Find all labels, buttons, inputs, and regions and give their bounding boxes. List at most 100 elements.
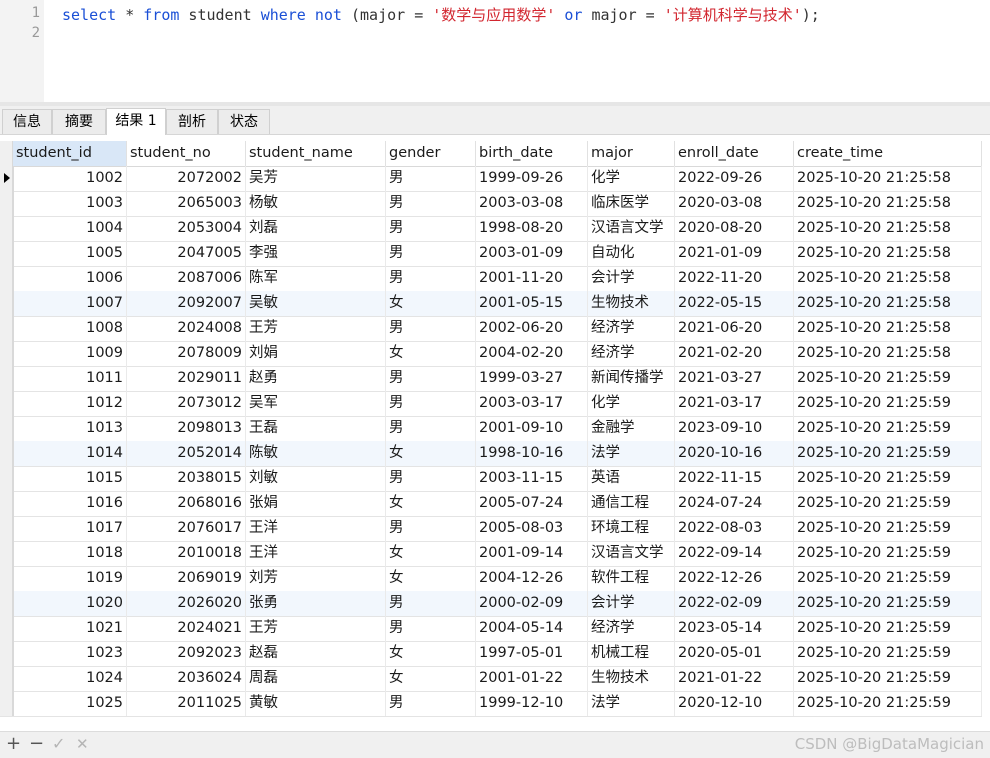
cell-gender[interactable]: 女: [386, 666, 476, 691]
cell-enroll-date[interactable]: 2021-06-20: [675, 316, 794, 341]
cell-student-no[interactable]: 2069019: [127, 566, 246, 591]
cell-major[interactable]: 机械工程: [588, 641, 675, 666]
table-row[interactable]: 1019 2069019 刘芳女 2004-12-26 软件工程 2022-12-26 20…: [0, 566, 982, 592]
cell-enroll-date[interactable]: 2022-02-09: [675, 591, 794, 616]
cell-create-time[interactable]: 2025-10-20 21:25:59: [794, 391, 982, 416]
cell-major[interactable]: 自动化: [588, 241, 675, 266]
row-indicator[interactable]: [0, 316, 13, 341]
cell-birth-date[interactable]: 2004-05-14: [476, 616, 588, 641]
table-row[interactable]: 1008 2024008 王芳男 2002-06-20 经济学 2021-06-20 202…: [0, 316, 982, 342]
cell-student-id[interactable]: 1017: [13, 516, 127, 541]
cell-student-name[interactable]: 杨敏: [246, 191, 386, 216]
cell-major[interactable]: 会计学: [588, 266, 675, 291]
cell-gender[interactable]: 女: [386, 541, 476, 566]
cell-student-id[interactable]: 1004: [13, 216, 127, 241]
cell-student-name[interactable]: 吴芳: [246, 166, 386, 191]
table-row[interactable]: 1020 2026020 张勇男 2000-02-09 会计学 2022-02-09 202…: [0, 591, 982, 617]
cell-create-time[interactable]: 2025-10-20 21:25:58: [794, 191, 982, 216]
cell-create-time[interactable]: 2025-10-20 21:25:58: [794, 266, 982, 291]
cell-create-time[interactable]: 2025-10-20 21:25:59: [794, 591, 982, 616]
cell-major[interactable]: 经济学: [588, 316, 675, 341]
cell-enroll-date[interactable]: 2021-03-27: [675, 366, 794, 391]
cell-gender[interactable]: 女: [386, 566, 476, 591]
cell-birth-date[interactable]: 2002-06-20: [476, 316, 588, 341]
cell-enroll-date[interactable]: 2024-07-24: [675, 491, 794, 516]
cell-create-time[interactable]: 2025-10-20 21:25:59: [794, 641, 982, 666]
cell-major[interactable]: 化学: [588, 166, 675, 191]
cell-gender[interactable]: 女: [386, 291, 476, 316]
cell-student-id[interactable]: 1015: [13, 466, 127, 491]
cell-create-time[interactable]: 2025-10-20 21:25:59: [794, 441, 982, 466]
cell-student-name[interactable]: 陈敏: [246, 441, 386, 466]
cell-birth-date[interactable]: 2003-01-09: [476, 241, 588, 266]
cell-birth-date[interactable]: 2001-01-22: [476, 666, 588, 691]
tab-status[interactable]: 状态: [218, 109, 270, 134]
cell-enroll-date[interactable]: 2022-09-14: [675, 541, 794, 566]
cell-student-id[interactable]: 1009: [13, 341, 127, 366]
cell-gender[interactable]: 男: [386, 166, 476, 191]
cell-birth-date[interactable]: 2001-09-14: [476, 541, 588, 566]
cell-enroll-date[interactable]: 2023-05-14: [675, 616, 794, 641]
cell-major[interactable]: 环境工程: [588, 516, 675, 541]
cell-gender[interactable]: 男: [386, 366, 476, 391]
cell-major[interactable]: 通信工程: [588, 491, 675, 516]
cell-gender[interactable]: 男: [386, 466, 476, 491]
cell-student-id[interactable]: 1007: [13, 291, 127, 316]
cell-student-name[interactable]: 陈军: [246, 266, 386, 291]
cell-major[interactable]: 新闻传播学: [588, 366, 675, 391]
cell-create-time[interactable]: 2025-10-20 21:25:59: [794, 366, 982, 391]
row-indicator[interactable]: [0, 341, 13, 366]
row-indicator[interactable]: [0, 441, 13, 466]
cell-create-time[interactable]: 2025-10-20 21:25:59: [794, 566, 982, 591]
cell-major[interactable]: 临床医学: [588, 191, 675, 216]
cell-student-no[interactable]: 2036024: [127, 666, 246, 691]
cell-major[interactable]: 法学: [588, 691, 675, 716]
cell-birth-date[interactable]: 2005-08-03: [476, 516, 588, 541]
cell-student-no[interactable]: 2065003: [127, 191, 246, 216]
table-row[interactable]: 1002 2072002 吴芳男 1999-09-26 化学 2022-09-26 2025…: [0, 166, 982, 192]
cell-student-name[interactable]: 张娟: [246, 491, 386, 516]
cell-birth-date[interactable]: 2003-03-08: [476, 191, 588, 216]
cell-enroll-date[interactable]: 2022-11-20: [675, 266, 794, 291]
cell-student-id[interactable]: 1024: [13, 666, 127, 691]
discard-changes-icon[interactable]: ✕: [76, 734, 89, 754]
table-row[interactable]: 1009 2078009 刘娟女 2004-02-20 经济学 2021-02-20 202…: [0, 341, 982, 367]
row-indicator[interactable]: [0, 166, 13, 191]
cell-student-name[interactable]: 王磊: [246, 416, 386, 441]
column-header-enroll-date[interactable]: enroll_date: [675, 141, 794, 166]
cell-birth-date[interactable]: 2003-03-17: [476, 391, 588, 416]
table-row[interactable]: 1004 2053004 刘磊男 1998-08-20 汉语言文学 2020-08-20 2…: [0, 216, 982, 242]
cell-enroll-date[interactable]: 2022-08-03: [675, 516, 794, 541]
add-row-icon[interactable]: +: [6, 734, 21, 754]
cell-major[interactable]: 化学: [588, 391, 675, 416]
cell-student-no[interactable]: 2072002: [127, 166, 246, 191]
row-indicator[interactable]: [0, 241, 13, 266]
row-indicator[interactable]: [0, 691, 13, 716]
tab-profile[interactable]: 剖析: [166, 109, 218, 134]
cell-enroll-date[interactable]: 2022-12-26: [675, 566, 794, 591]
cell-student-id[interactable]: 1020: [13, 591, 127, 616]
tab-info[interactable]: 信息: [2, 109, 52, 134]
cell-student-no[interactable]: 2076017: [127, 516, 246, 541]
cell-gender[interactable]: 男: [386, 241, 476, 266]
cell-student-id[interactable]: 1019: [13, 566, 127, 591]
cell-student-name[interactable]: 刘芳: [246, 566, 386, 591]
cell-create-time[interactable]: 2025-10-20 21:25:59: [794, 691, 982, 716]
cell-gender[interactable]: 女: [386, 641, 476, 666]
cell-gender[interactable]: 女: [386, 441, 476, 466]
cell-birth-date[interactable]: 2003-11-15: [476, 466, 588, 491]
cell-student-name[interactable]: 赵磊: [246, 641, 386, 666]
table-row[interactable]: 1016 2068016 张娟女 2005-07-24 通信工程 2024-07-24 20…: [0, 491, 982, 517]
cell-gender[interactable]: 男: [386, 216, 476, 241]
cell-major[interactable]: 汉语言文学: [588, 216, 675, 241]
row-indicator[interactable]: [0, 541, 13, 566]
cell-birth-date[interactable]: 2005-07-24: [476, 491, 588, 516]
cell-student-id[interactable]: 1002: [13, 166, 127, 191]
cell-enroll-date[interactable]: 2022-05-15: [675, 291, 794, 316]
cell-gender[interactable]: 男: [386, 316, 476, 341]
cell-enroll-date[interactable]: 2020-08-20: [675, 216, 794, 241]
tab-result-1[interactable]: 结果 1: [106, 108, 166, 135]
cell-student-no[interactable]: 2011025: [127, 691, 246, 716]
table-row[interactable]: 1013 2098013 王磊男 2001-09-10 金融学 2023-09-10 202…: [0, 416, 982, 442]
cell-student-no[interactable]: 2024008: [127, 316, 246, 341]
